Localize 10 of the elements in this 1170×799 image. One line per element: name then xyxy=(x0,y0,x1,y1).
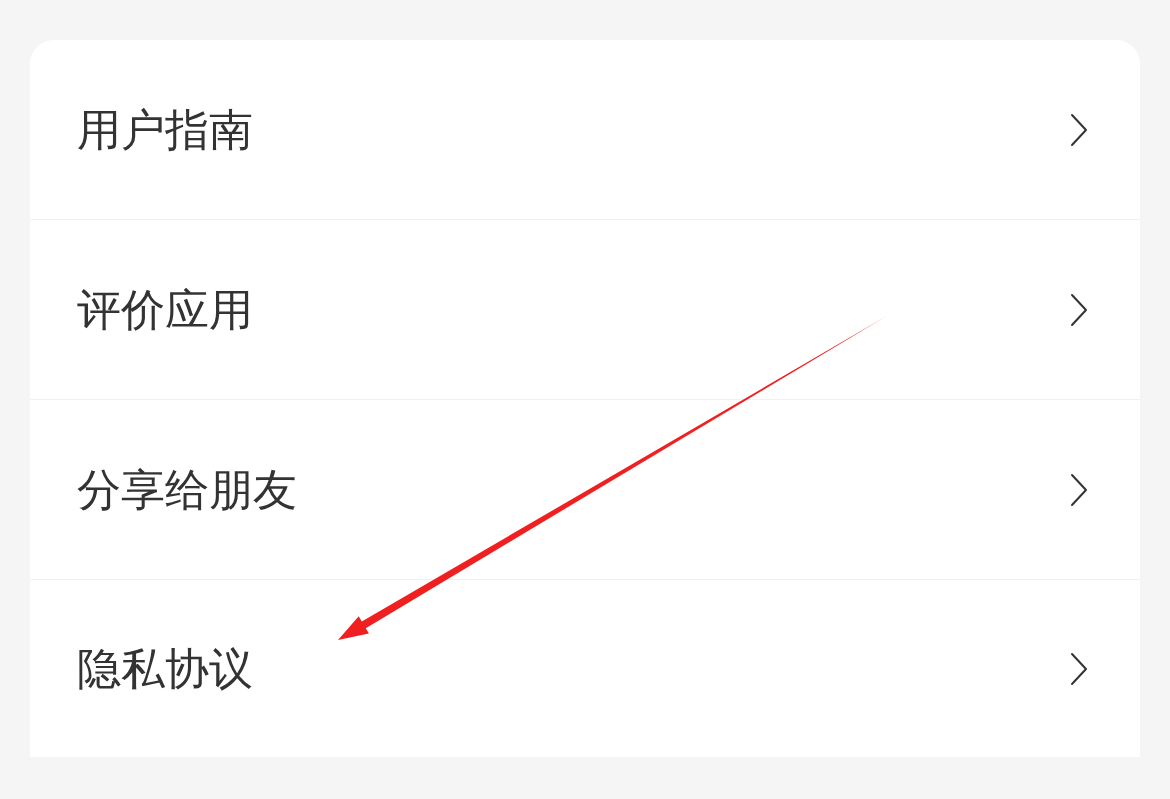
chevron-right-icon xyxy=(1070,292,1088,327)
chevron-right-icon xyxy=(1070,651,1088,686)
menu-item[interactable]: 用户指南 xyxy=(30,40,1140,220)
menu-item-label: 评价应用 xyxy=(77,287,253,332)
chevron-right-icon xyxy=(1070,472,1088,507)
menu-item-label: 分享给朋友 xyxy=(77,467,297,512)
menu-item-label: 用户指南 xyxy=(77,107,253,152)
chevron-right-icon xyxy=(1070,112,1088,147)
menu-item-label: 隐私协议 xyxy=(77,646,253,691)
menu-item[interactable]: 隐私协议 xyxy=(30,580,1140,757)
